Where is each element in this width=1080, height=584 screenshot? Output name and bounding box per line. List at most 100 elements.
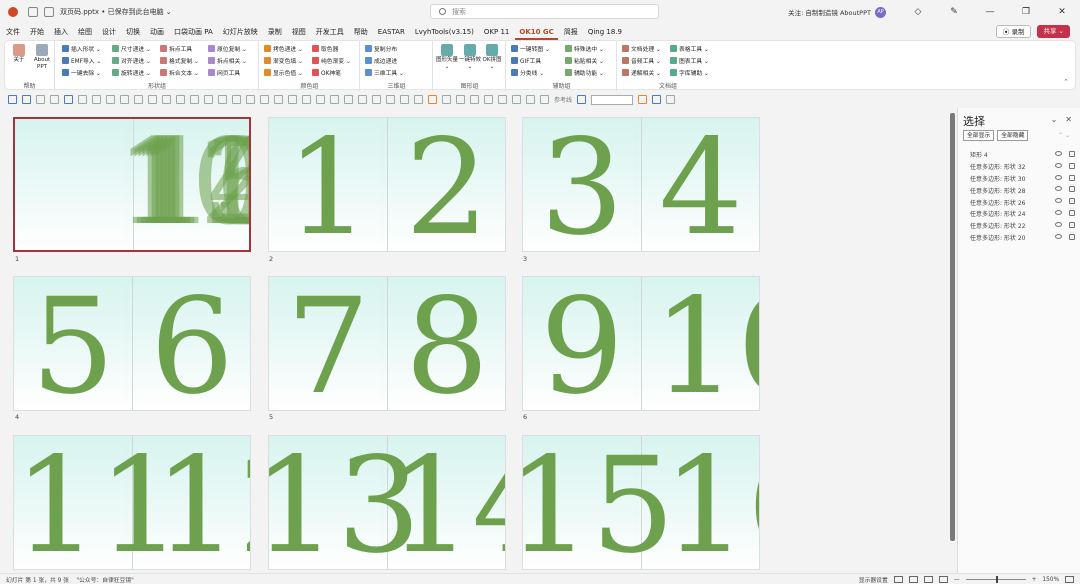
fit-window-icon[interactable] (1065, 576, 1074, 583)
reading-view-icon[interactable] (923, 576, 933, 583)
insert-shape-button[interactable]: 插入形状 ⌄ (62, 43, 101, 54)
save-icon[interactable] (28, 7, 38, 17)
lock-icon[interactable] (1069, 162, 1075, 169)
record-button[interactable]: ⦿ 录制 (995, 25, 1032, 38)
list-item[interactable]: 任意多边形: 形状 30 (970, 173, 1078, 185)
divider-line-button[interactable]: 分类线 ⌄ (511, 67, 544, 78)
tool-icon-23[interactable] (316, 95, 325, 104)
file-name[interactable]: 双页码.pptx • 已保存到此台电脑 ⌄ (60, 7, 172, 17)
menu-eastar[interactable]: EASTAR (374, 24, 409, 40)
edge-step-button[interactable]: 成边递进 (365, 55, 397, 66)
avatar[interactable]: AP (875, 6, 886, 18)
menu-view[interactable]: 视图 (288, 24, 310, 40)
tool-icon-6[interactable] (78, 95, 87, 104)
menu-home[interactable]: 开始 (26, 24, 48, 40)
tool-icon-41[interactable] (652, 95, 662, 104)
tool-icon-31[interactable] (428, 95, 437, 104)
diamond-icon[interactable]: ◇ (900, 0, 936, 24)
eye-icon[interactable] (1055, 162, 1062, 168)
menu-draw[interactable]: 绘图 (74, 24, 96, 40)
list-item[interactable]: 任意多边形: 形状 32 (970, 161, 1078, 173)
list-item[interactable]: 任意多边形: 形状 24 (970, 208, 1078, 220)
paste-related-button[interactable]: 粘贴相关 ⌄ (565, 55, 604, 66)
tool-icon-35[interactable] (484, 95, 493, 104)
tool-icon-25[interactable] (344, 95, 353, 104)
gradient-fill-button[interactable]: 渐变色填 ⌄ (264, 55, 303, 66)
show-all-button[interactable]: 全部显示 (963, 130, 995, 141)
eye-icon[interactable] (1055, 209, 1062, 215)
tool-icon-37[interactable] (512, 95, 521, 104)
zoom-out-icon[interactable]: — (954, 577, 960, 583)
tool-icon-29[interactable] (400, 95, 409, 104)
menu-transitions[interactable]: 切换 (122, 24, 144, 40)
zoom-knob[interactable] (995, 576, 998, 583)
to-image-button[interactable]: 一键转图 ⌄ (511, 43, 550, 54)
menu-developer[interactable]: 开发工具 (312, 24, 348, 40)
recursive-related-button[interactable]: 递解相关 ⌄ (622, 67, 661, 78)
lock-icon[interactable] (1069, 186, 1075, 193)
web-tool-button[interactable]: 网页工具 (208, 67, 240, 78)
menu-slideshow[interactable]: 幻灯片放映 (219, 24, 262, 40)
tool-icon-1[interactable] (8, 95, 17, 104)
tool-icon-4[interactable] (50, 95, 59, 104)
tool-icon-17[interactable] (232, 95, 241, 104)
menu-briefing[interactable]: 简报 (560, 24, 582, 40)
in-place-copy-button[interactable]: 原位复制 ⌄ (208, 43, 247, 54)
reorder-arrows-icon[interactable]: ⌃ ⌄ (1058, 132, 1070, 139)
lock-icon[interactable] (1069, 233, 1075, 240)
menu-record[interactable]: 录制 (264, 24, 286, 40)
eye-icon[interactable] (1055, 221, 1062, 227)
vertical-scrollbar[interactable] (950, 113, 955, 543)
display-settings-button[interactable]: 显示器设置 (859, 575, 888, 584)
tool-icon-11[interactable] (148, 95, 157, 104)
eye-icon[interactable] (1055, 186, 1062, 192)
remove-button[interactable]: 一键去除 ⌄ (62, 67, 101, 78)
point-related-button[interactable]: 拆点相关 ⌄ (208, 55, 247, 66)
tool-icon-30[interactable] (414, 95, 423, 104)
lock-icon[interactable] (1069, 221, 1075, 228)
tool-icon-16[interactable] (218, 95, 227, 104)
menu-qing[interactable]: Qing 18.9 (584, 24, 626, 40)
tool-icon-5[interactable] (64, 95, 73, 104)
tool-icon-9[interactable] (120, 95, 129, 104)
tool-icon-10[interactable] (134, 95, 143, 104)
emf-import-button[interactable]: EMF导入 ⌄ (62, 55, 101, 66)
format-copy-button[interactable]: 格式复制 ⌄ (160, 55, 199, 66)
lock-icon[interactable] (1069, 209, 1075, 216)
menu-lvyhtools[interactable]: LvyhTools(v3.15) (411, 24, 478, 40)
slide-thumbnail-9[interactable]: 15 16 (522, 435, 760, 570)
menu-help[interactable]: 帮助 (350, 24, 372, 40)
tool-icon-33[interactable] (456, 95, 465, 104)
list-item[interactable]: 任意多边形: 形状 28 (970, 184, 1078, 196)
restore-button[interactable]: ❐ (1008, 0, 1044, 24)
share-button[interactable]: 共享 ⌄ (1037, 25, 1070, 38)
tool-icon-36[interactable] (498, 95, 507, 104)
menu-okp[interactable]: OKP 11 (480, 24, 513, 40)
lock-icon[interactable] (1069, 198, 1075, 205)
slide-thumbnail-5[interactable]: 7 8 (268, 276, 506, 411)
tool-icon-28[interactable] (386, 95, 395, 104)
tool-icon-15[interactable] (204, 95, 213, 104)
tool-icon-3[interactable] (36, 95, 45, 104)
sorter-view-icon[interactable] (908, 576, 918, 583)
eye-icon[interactable] (1055, 151, 1062, 156)
size-step-button[interactable]: 尺寸递进 ⌄ (112, 43, 151, 54)
tool-icon-24[interactable] (330, 95, 339, 104)
pen-icon[interactable]: ✎ (936, 0, 972, 24)
color-step-button[interactable]: 拷色递进 ⌄ (264, 43, 303, 54)
audio-tool-button[interactable]: 音频工具 ⌄ (622, 55, 661, 66)
ok-collage-button[interactable]: OK拼图 ⌄ (481, 44, 503, 71)
copy-distribute-button[interactable]: 复制分布 (365, 43, 397, 54)
show-color-button[interactable]: 显示色值 ⌄ (264, 67, 303, 78)
tool-icon-40[interactable] (638, 95, 648, 104)
slide-thumbnail-6[interactable]: 9 10 (522, 276, 760, 411)
scrollbar-thumb[interactable] (950, 113, 955, 541)
eye-icon[interactable] (1055, 198, 1062, 204)
pane-options-icon[interactable]: ⌄ (1051, 115, 1058, 124)
slide-thumbnail-8[interactable]: 13 14 (268, 435, 506, 570)
tool-icon-13[interactable] (176, 95, 185, 104)
tool-icon-18[interactable] (246, 95, 255, 104)
undo-icon[interactable] (44, 7, 54, 17)
collapse-ribbon-icon[interactable]: ⌃ (1063, 78, 1069, 86)
menu-design[interactable]: 设计 (98, 24, 120, 40)
